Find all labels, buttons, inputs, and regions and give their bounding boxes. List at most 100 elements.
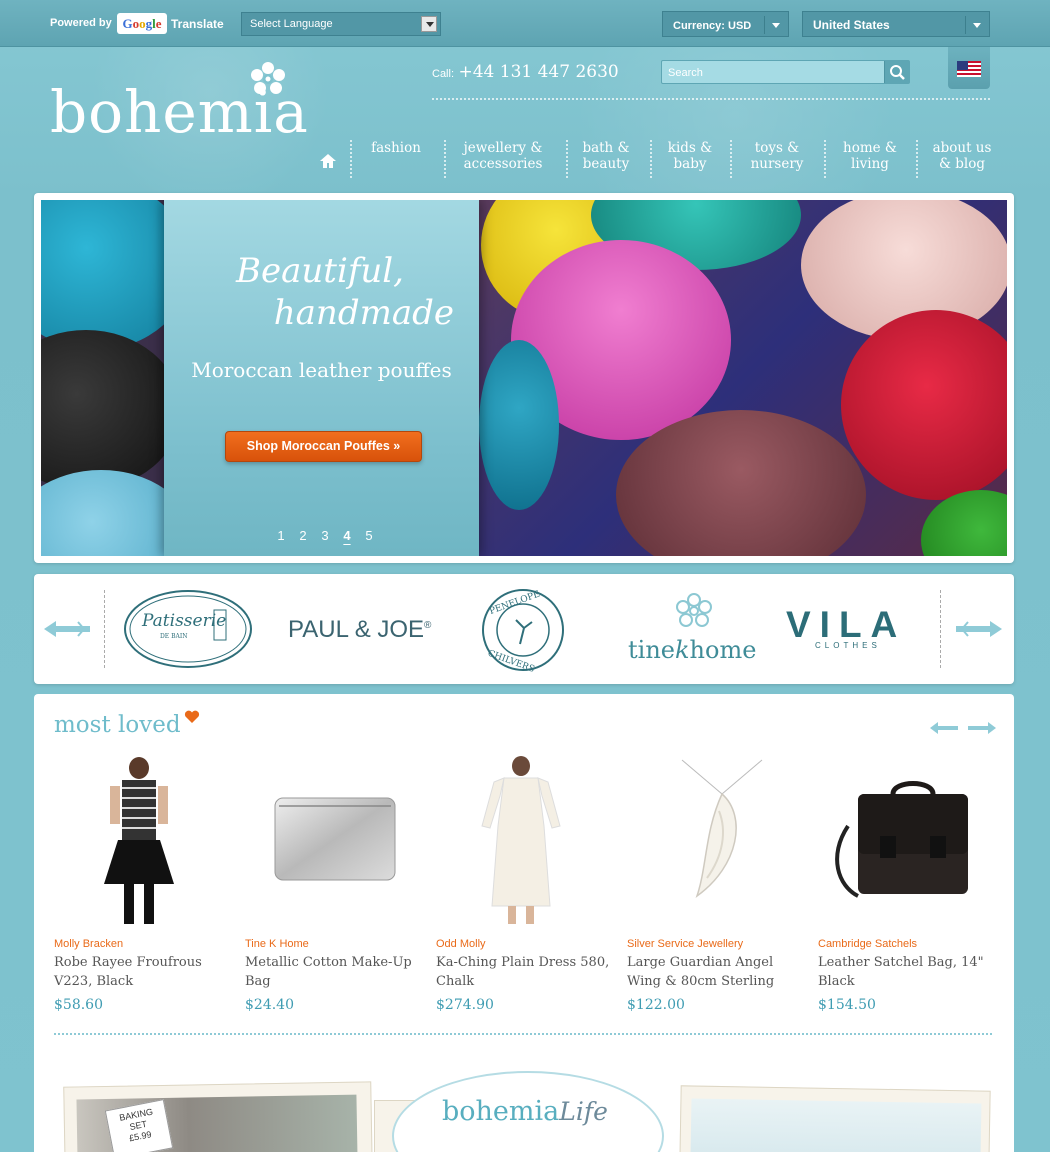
phone-number: +44 131 447 2630 — [458, 62, 619, 82]
paul-and-joe-logo[interactable]: PAUL & JOE® — [288, 616, 431, 644]
product-name[interactable]: Large Guardian Angel Wing & 80cm Sterlin… — [627, 953, 802, 991]
product-card[interactable]: Tine K Home Metallic Cotton Make-Up Bag … — [245, 756, 425, 1013]
hero-subtitle: Moroccan leather pouffes — [191, 358, 452, 382]
product-card[interactable]: Odd Molly Ka-Ching Plain Dress 580, Chal… — [436, 756, 616, 1013]
language-select[interactable]: Select Language — [241, 12, 441, 36]
slide-pagination: 12345 — [270, 525, 380, 544]
main-navigation: fashion jewellery & accessories bath & bea… — [312, 140, 1002, 180]
nav-item-jewellery[interactable]: jewellery & accessories — [458, 140, 548, 172]
country-value: United States — [813, 18, 890, 32]
bohemia-life-logo[interactable]: bohemiaLife — [442, 1096, 608, 1127]
nav-item-bath-beauty[interactable]: bath & beauty — [576, 140, 636, 172]
nav-item-kids-baby[interactable]: kids & baby — [660, 140, 720, 172]
search-button[interactable] — [884, 61, 909, 83]
product-card[interactable]: Silver Service Jewellery Large Guardian … — [627, 756, 807, 1013]
flag-tab[interactable] — [948, 47, 990, 89]
product-price: $154.50 — [818, 997, 876, 1013]
product-brand[interactable]: Tine K Home — [245, 938, 309, 950]
tine-k-home-logo[interactable]: tinekhome — [628, 636, 756, 664]
search-input[interactable] — [662, 62, 884, 84]
nav-separator — [566, 140, 568, 178]
brand-separator — [104, 590, 105, 668]
most-loved-title: most loved — [54, 712, 181, 738]
product-image[interactable] — [54, 756, 224, 926]
product-image[interactable] — [818, 756, 988, 926]
arrow-right-icon[interactable] — [968, 722, 996, 734]
product-price: $58.60 — [54, 997, 103, 1013]
nav-separator — [444, 140, 446, 178]
nav-item-fashion[interactable]: fashion — [370, 140, 422, 156]
dropdown-separator — [764, 16, 765, 34]
penelope-chilvers-logo[interactable]: PENELOPE CHILVERS — [480, 588, 566, 672]
product-brand[interactable]: Silver Service Jewellery — [627, 938, 743, 950]
slide-dot-3[interactable]: 3 — [314, 528, 336, 543]
vila-logo[interactable]: VILA — [786, 604, 906, 646]
phone-contact: Call: +44 131 447 2630 — [432, 62, 619, 82]
svg-text:Patisserie: Patisserie — [141, 611, 226, 631]
nav-item-about-blog[interactable]: about us & blog — [930, 140, 994, 172]
translate-label: Translate — [171, 17, 224, 31]
product-brand[interactable]: Odd Molly — [436, 938, 486, 950]
call-label: Call: — [432, 68, 455, 80]
nav-item-toys-nursery[interactable]: toys & nursery — [744, 140, 810, 172]
powered-by-label: Powered by — [50, 17, 112, 29]
product-brand[interactable]: Molly Bracken — [54, 938, 123, 950]
brands-carousel: Patisserie DE BAIN PAUL & JOE® PENELOPE … — [34, 574, 1014, 684]
nav-item-home-living[interactable]: home & living — [838, 140, 902, 172]
product-image[interactable] — [436, 756, 606, 926]
vila-subtitle: CLOTHES — [815, 641, 881, 650]
slide-dot-5[interactable]: 5 — [358, 528, 380, 543]
svg-text:DE BAIN: DE BAIN — [160, 633, 187, 640]
brand-separator — [940, 590, 941, 668]
arrow-left-icon[interactable] — [44, 620, 90, 638]
country-dropdown[interactable]: United States — [802, 11, 990, 37]
arrow-left-icon[interactable] — [930, 722, 958, 734]
hero-text-panel: Beautiful, handmade Moroccan leather pou… — [164, 200, 479, 556]
pouffe-black — [41, 330, 181, 490]
svg-text:PENELOPE: PENELOPE — [488, 589, 541, 617]
product-card[interactable]: Molly Bracken Robe Rayee Froufrous V223,… — [54, 756, 234, 1013]
search-icon — [890, 65, 905, 80]
product-image[interactable] — [245, 756, 415, 926]
product-name[interactable]: Leather Satchel Bag, 14" Black — [818, 953, 993, 991]
tine-k-flower-icon — [676, 593, 712, 627]
currency-value: Currency: USD — [673, 20, 752, 32]
heart-icon — [184, 710, 200, 723]
chevron-down-icon — [421, 16, 437, 32]
nav-separator — [650, 140, 652, 178]
hero-slider: Beautiful, handmade Moroccan leather pou… — [34, 193, 1014, 563]
product-name[interactable]: Metallic Cotton Make-Up Bag — [245, 953, 420, 991]
product-price: $24.40 — [245, 997, 294, 1013]
top-utility-bar: Powered by Google Translate Select Langu… — [0, 0, 1050, 47]
nav-separator — [350, 140, 352, 178]
slide-dot-1[interactable]: 1 — [270, 528, 292, 543]
us-flag-icon — [957, 61, 981, 77]
search-box — [661, 60, 910, 84]
dropdown-separator — [965, 16, 966, 34]
nav-separator — [824, 140, 826, 178]
flower-icon — [251, 62, 285, 94]
product-name[interactable]: Ka-Ching Plain Dress 580, Chalk — [436, 953, 611, 991]
product-brand[interactable]: Cambridge Satchels — [818, 938, 917, 950]
patisserie-de-bain-logo[interactable]: Patisserie DE BAIN — [122, 588, 254, 670]
chevron-down-icon — [772, 23, 780, 28]
arrow-right-icon[interactable] — [956, 620, 1002, 638]
blog-photo-image — [690, 1098, 982, 1152]
google-logo[interactable]: Google — [117, 13, 167, 34]
shop-pouffes-button[interactable]: Shop Moroccan Pouffes » — [225, 431, 422, 462]
slide-dot-4[interactable]: 4 — [336, 528, 358, 543]
chevron-down-icon — [973, 23, 981, 28]
section-divider — [54, 1033, 992, 1035]
nav-separator — [730, 140, 732, 178]
blog-photo-1[interactable]: BAKING SET £5.99 — [63, 1081, 373, 1152]
hero-image[interactable]: Beautiful, handmade Moroccan leather pou… — [41, 200, 1007, 556]
blog-photo-3[interactable] — [679, 1085, 991, 1152]
pouffe-blue-edge — [479, 340, 559, 510]
currency-dropdown[interactable]: Currency: USD — [662, 11, 789, 37]
product-name[interactable]: Robe Rayee Froufrous V223, Black — [54, 953, 229, 991]
home-icon[interactable] — [320, 154, 336, 168]
slide-dot-2[interactable]: 2 — [292, 528, 314, 543]
product-image[interactable] — [627, 756, 797, 926]
header-divider — [432, 98, 990, 100]
product-card[interactable]: Cambridge Satchels Leather Satchel Bag, … — [818, 756, 998, 1013]
